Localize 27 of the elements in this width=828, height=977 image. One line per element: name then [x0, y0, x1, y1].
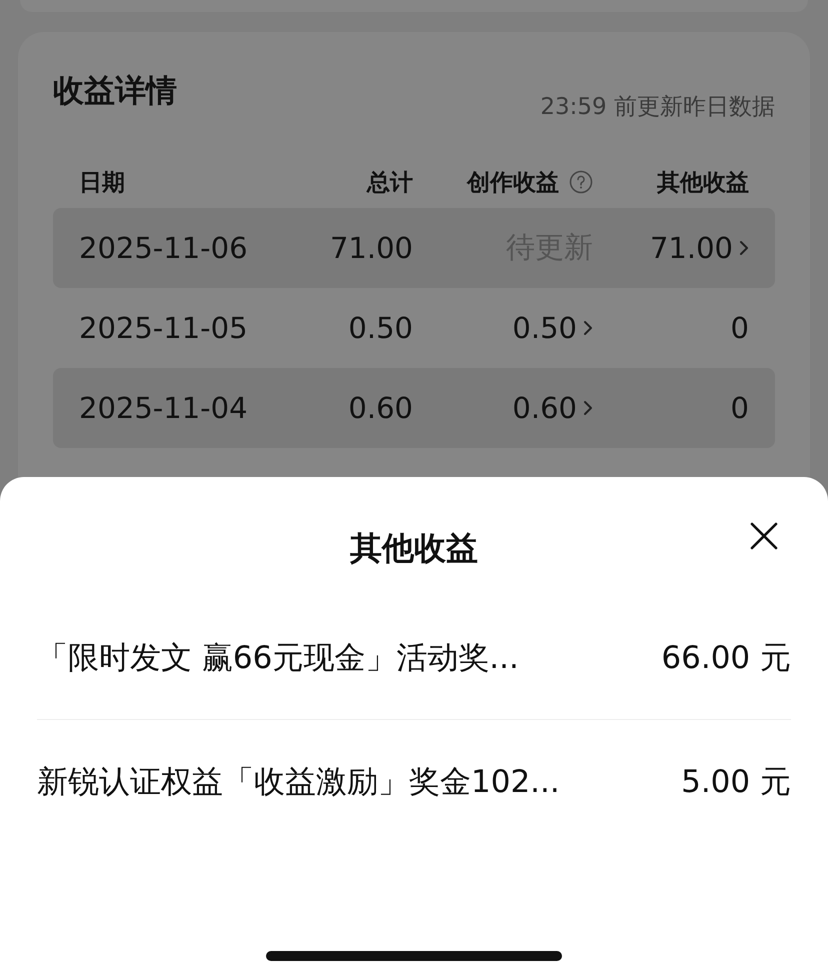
table-cell: 0 [730, 311, 749, 345]
sheet-title: 其他收益 [350, 528, 478, 567]
table-cell: 0.60 [348, 391, 413, 425]
chevron-icon [583, 399, 593, 417]
column-header: 总计 [367, 168, 413, 198]
table-cell: 2025-11-06 [79, 231, 248, 265]
income-amount: 66.00 元 [661, 638, 791, 678]
section-title: 收益详情 [53, 72, 177, 111]
column-header: 其他收益 [657, 168, 749, 198]
close-button[interactable] [750, 522, 778, 550]
help-icon[interactable] [569, 170, 593, 194]
column-header: 创作收益 [467, 168, 559, 198]
table-cell: 0 [730, 391, 749, 425]
table-cell[interactable]: 0.50 [512, 311, 577, 345]
income-item-label: 新锐认证权益「收益激励」奖金102... [37, 762, 560, 802]
column-header: 日期 [79, 168, 125, 198]
table-cell: 71.00 [330, 231, 413, 265]
table-cell[interactable]: 71.00 [650, 231, 733, 265]
chevron-icon [583, 319, 593, 337]
table-cell[interactable]: 0.60 [512, 391, 577, 425]
income-item-label: 「限时发文 赢66元现金」活动奖... [37, 638, 519, 678]
table-cell: 0.50 [348, 311, 413, 345]
update-note: 23:59 前更新昨日数据 [540, 93, 775, 122]
income-amount: 5.00 元 [681, 762, 791, 802]
table-cell: 2025-11-04 [79, 391, 248, 425]
table-cell: 2025-11-05 [79, 311, 248, 345]
chevron-icon [739, 239, 749, 257]
